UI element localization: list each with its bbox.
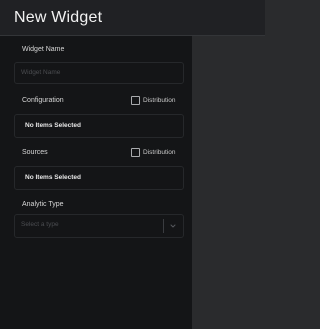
sources-empty-text: No Items Selected — [25, 174, 81, 181]
configuration-empty-text: No Items Selected — [25, 122, 81, 129]
new-widget-dialog: New Widget Widget Name Widget Name Confi… — [0, 0, 265, 329]
configuration-label: Configuration — [22, 97, 64, 104]
widget-form-panel: Widget Name Widget Name Configuration Di… — [0, 36, 192, 329]
analytic-type-select[interactable]: Select a type — [14, 214, 184, 238]
dialog-title: New Widget — [14, 9, 103, 26]
distribution-checkbox-box[interactable] — [131, 96, 140, 105]
widget-name-input[interactable]: Widget Name — [14, 62, 184, 84]
distribution-checkbox-label: Distribution — [143, 97, 176, 104]
sources-distribution-checkbox[interactable]: Distribution — [131, 148, 176, 157]
distribution-checkbox-box[interactable] — [131, 148, 140, 157]
analytic-type-placeholder: Select a type — [21, 221, 59, 228]
widget-name-placeholder: Widget Name — [21, 69, 61, 76]
widget-name-label: Widget Name — [22, 46, 65, 53]
select-divider — [163, 219, 164, 233]
chevron-down-icon[interactable] — [169, 221, 177, 231]
analytic-type-label: Analytic Type — [22, 201, 64, 208]
distribution-checkbox-label: Distribution — [143, 149, 176, 156]
title-bar: New Widget — [0, 0, 265, 36]
sources-label: Sources — [22, 149, 48, 156]
sources-items-list[interactable]: No Items Selected — [14, 166, 184, 190]
configuration-items-list[interactable]: No Items Selected — [14, 114, 184, 138]
configuration-distribution-checkbox[interactable]: Distribution — [131, 96, 176, 105]
widget-preview-area — [192, 36, 265, 329]
